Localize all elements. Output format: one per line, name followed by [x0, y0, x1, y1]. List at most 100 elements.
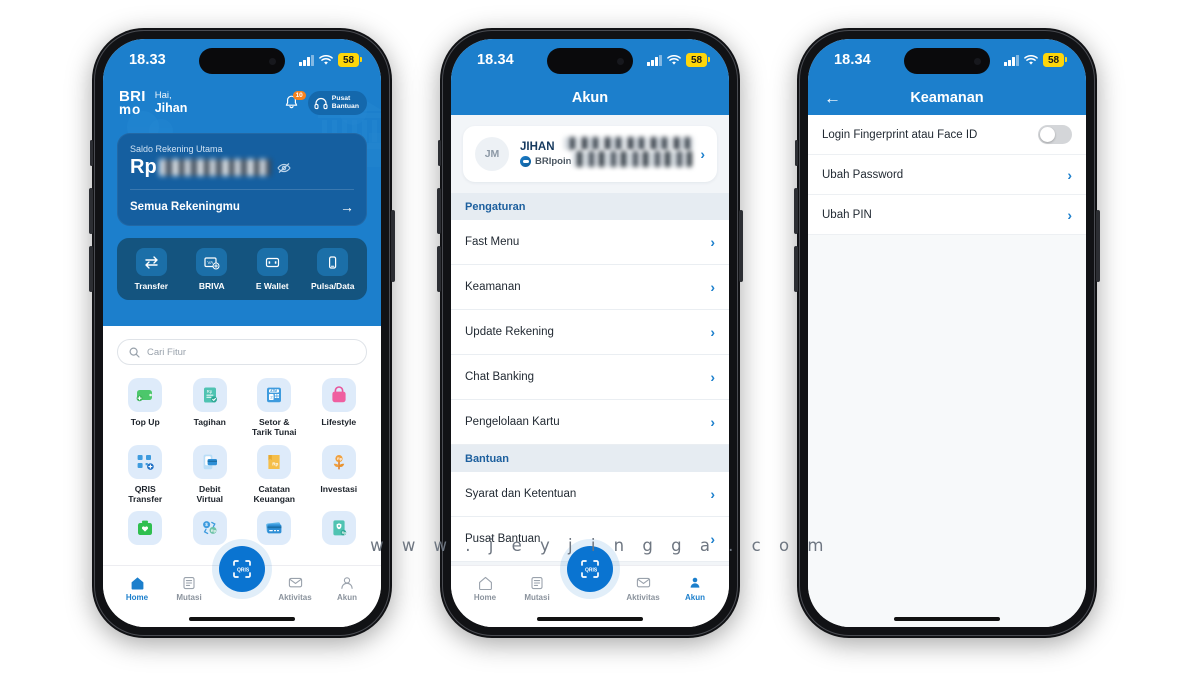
grid-item-topup[interactable]: Top Up: [113, 378, 178, 438]
all-accounts-row[interactable]: Semua Rekeningmu →: [130, 190, 354, 226]
quick-actions-row: Transfer VA BRIVA E Wallet Pulsa/Data: [117, 238, 367, 300]
menu-item-label: Syarat dan Ketentuan: [465, 488, 577, 500]
grid-item-setor-tarik[interactable]: ATM 2 Setor & Tarik Tunai: [242, 378, 307, 438]
tab-label: Aktivitas: [278, 592, 312, 602]
svg-text:Rp: Rp: [342, 531, 346, 535]
grid-item-qris-transfer[interactable]: QRIS Transfer: [113, 444, 178, 505]
power-button[interactable]: [391, 210, 395, 282]
grid-item-lifestyle[interactable]: Lifestyle: [307, 378, 372, 438]
balance-label: Saldo Rekening Utama: [130, 144, 223, 154]
screen-home: 18.33 58 BRI mo Hai, Jihan 10 Pusat Bant…: [103, 39, 381, 627]
mute-switch[interactable]: [795, 140, 798, 166]
menu-item-fast-menu[interactable]: Fast Menu ›: [451, 220, 729, 265]
power-button[interactable]: [739, 210, 743, 282]
home-header: BRI mo Hai, Jihan 10 Pusat Bantuan Saldo…: [103, 81, 381, 326]
security-row-biometric[interactable]: Login Fingerprint atau Face ID: [808, 115, 1086, 155]
volume-up-button[interactable]: [437, 188, 441, 234]
envelope-icon: [288, 576, 303, 590]
dynamic-island: [904, 48, 990, 74]
menu-item-syarat-ketentuan[interactable]: Syarat dan Ketentuan ›: [451, 472, 729, 517]
status-time: 18.34: [834, 52, 871, 68]
grid-item-tagihan[interactable]: Rp Tagihan: [178, 378, 243, 438]
volume-down-button[interactable]: [437, 246, 441, 292]
bottom-tab-bar: QRIS Home Mutasi Aktivitas Akun: [451, 546, 729, 611]
mute-switch[interactable]: [438, 140, 441, 166]
mute-switch[interactable]: [90, 140, 93, 166]
grid-item-card[interactable]: [242, 511, 307, 550]
power-button[interactable]: [1096, 210, 1100, 282]
profile-info: JIHAN BRIpoin: [520, 137, 694, 167]
menu-item-update-rekening[interactable]: Update Rekening ›: [451, 310, 729, 355]
menu-item-label: Pengelolaan Kartu: [465, 416, 560, 428]
menu-item-chat-banking[interactable]: Chat Banking ›: [451, 355, 729, 400]
tab-mutasi[interactable]: Mutasi: [163, 570, 215, 602]
avatar: JM: [475, 137, 509, 171]
search-input[interactable]: Cari Fitur: [117, 339, 367, 365]
menu-item-keamanan[interactable]: Keamanan ›: [451, 265, 729, 310]
quick-action-briva[interactable]: VA BRIVA: [182, 248, 242, 291]
qris-scan-fab[interactable]: QRIS: [567, 546, 613, 592]
tab-akun[interactable]: Akun: [321, 570, 373, 602]
card-icon: [257, 511, 292, 546]
quick-action-ewallet[interactable]: E Wallet: [242, 248, 302, 291]
eye-toggle-icon[interactable]: [277, 162, 291, 174]
help-center-button[interactable]: Pusat Bantuan: [307, 90, 367, 116]
volume-up-button[interactable]: [794, 188, 798, 234]
topup-icon: [128, 378, 163, 412]
notes-icon: Rp: [257, 444, 292, 479]
grid-item-debit-virtual[interactable]: Debit Virtual: [178, 444, 243, 505]
balance-amount: Rp: [130, 156, 354, 179]
grid-item-health[interactable]: [113, 511, 178, 550]
all-accounts-label: Semua Rekeningmu: [130, 201, 240, 213]
quick-action-transfer[interactable]: Transfer: [121, 248, 181, 291]
security-content: Login Fingerprint atau Face ID Ubah Pass…: [808, 115, 1086, 611]
phone-device-home: 18.33 58 BRI mo Hai, Jihan 10 Pusat Bant…: [89, 28, 395, 638]
tab-label: Akun: [685, 592, 705, 602]
grid-item-label: Top Up: [130, 417, 160, 427]
tab-label: Mutasi: [524, 592, 550, 602]
tab-akun[interactable]: Akun: [669, 570, 721, 602]
tab-home[interactable]: Home: [459, 570, 511, 602]
security-row-label: Ubah PIN: [822, 208, 872, 221]
tab-aktivitas[interactable]: Aktivitas: [617, 570, 669, 602]
person-icon: [340, 576, 354, 590]
profile-card[interactable]: JM JIHAN BRIpoin ›: [463, 126, 717, 182]
status-time: 18.33: [129, 52, 166, 68]
chevron-right-icon: ›: [710, 531, 715, 547]
arrow-left-icon[interactable]: ←: [824, 90, 841, 107]
security-row-ubah-password[interactable]: Ubah Password ›: [808, 155, 1086, 195]
volume-down-button[interactable]: [89, 246, 93, 292]
home-indicator: [808, 611, 1086, 627]
grid-item-label: QRIS Transfer: [128, 483, 163, 504]
balance-card[interactable]: Saldo Rekening Utama Rp Semua Rekeningmu…: [117, 133, 367, 226]
notification-bell-icon[interactable]: 10: [284, 91, 306, 111]
grid-item-label: Tagihan: [193, 417, 226, 427]
menu-item-pengelolaan-kartu[interactable]: Pengelolaan Kartu ›: [451, 400, 729, 445]
grid-item-investasi[interactable]: Rp Investasi: [307, 444, 372, 505]
brimo-logo: BRI mo: [119, 89, 146, 116]
passbook-icon: Rp: [321, 511, 356, 546]
grid-item-catatan-keuangan[interactable]: Rp Catatan Keuangan: [242, 444, 307, 505]
search-icon: [129, 346, 140, 358]
section-header-bantuan: Bantuan: [451, 445, 729, 472]
page-title: Akun: [571, 90, 609, 106]
volume-up-button[interactable]: [89, 188, 93, 234]
grid-item-passbook[interactable]: Rp: [307, 511, 372, 550]
chevron-right-icon: ›: [710, 414, 715, 430]
security-row-ubah-pin[interactable]: Ubah PIN ›: [808, 195, 1086, 235]
tab-home[interactable]: Home: [111, 570, 163, 602]
grid-item-label: Investasi: [320, 483, 358, 494]
volume-down-button[interactable]: [794, 246, 798, 292]
qris-scan-fab[interactable]: QRIS: [219, 546, 265, 592]
grid-item-exchange[interactable]: $ Rp: [178, 511, 243, 550]
battery-indicator: 58: [1043, 53, 1067, 67]
chevron-right-icon: ›: [700, 146, 705, 162]
tab-aktivitas[interactable]: Aktivitas: [269, 570, 321, 602]
quick-action-pulsa[interactable]: Pulsa/Data: [303, 248, 363, 291]
debit-card-icon: [192, 444, 227, 479]
biometric-toggle[interactable]: [1038, 125, 1072, 144]
menu-item-label: Pusat Bantuan: [465, 533, 541, 545]
svg-text:QRIS: QRIS: [585, 567, 598, 573]
phone-device-account: 18.34 58 Akun JM JIHAN BRIpoin › Pengatu…: [437, 28, 743, 638]
tab-mutasi[interactable]: Mutasi: [511, 570, 563, 602]
